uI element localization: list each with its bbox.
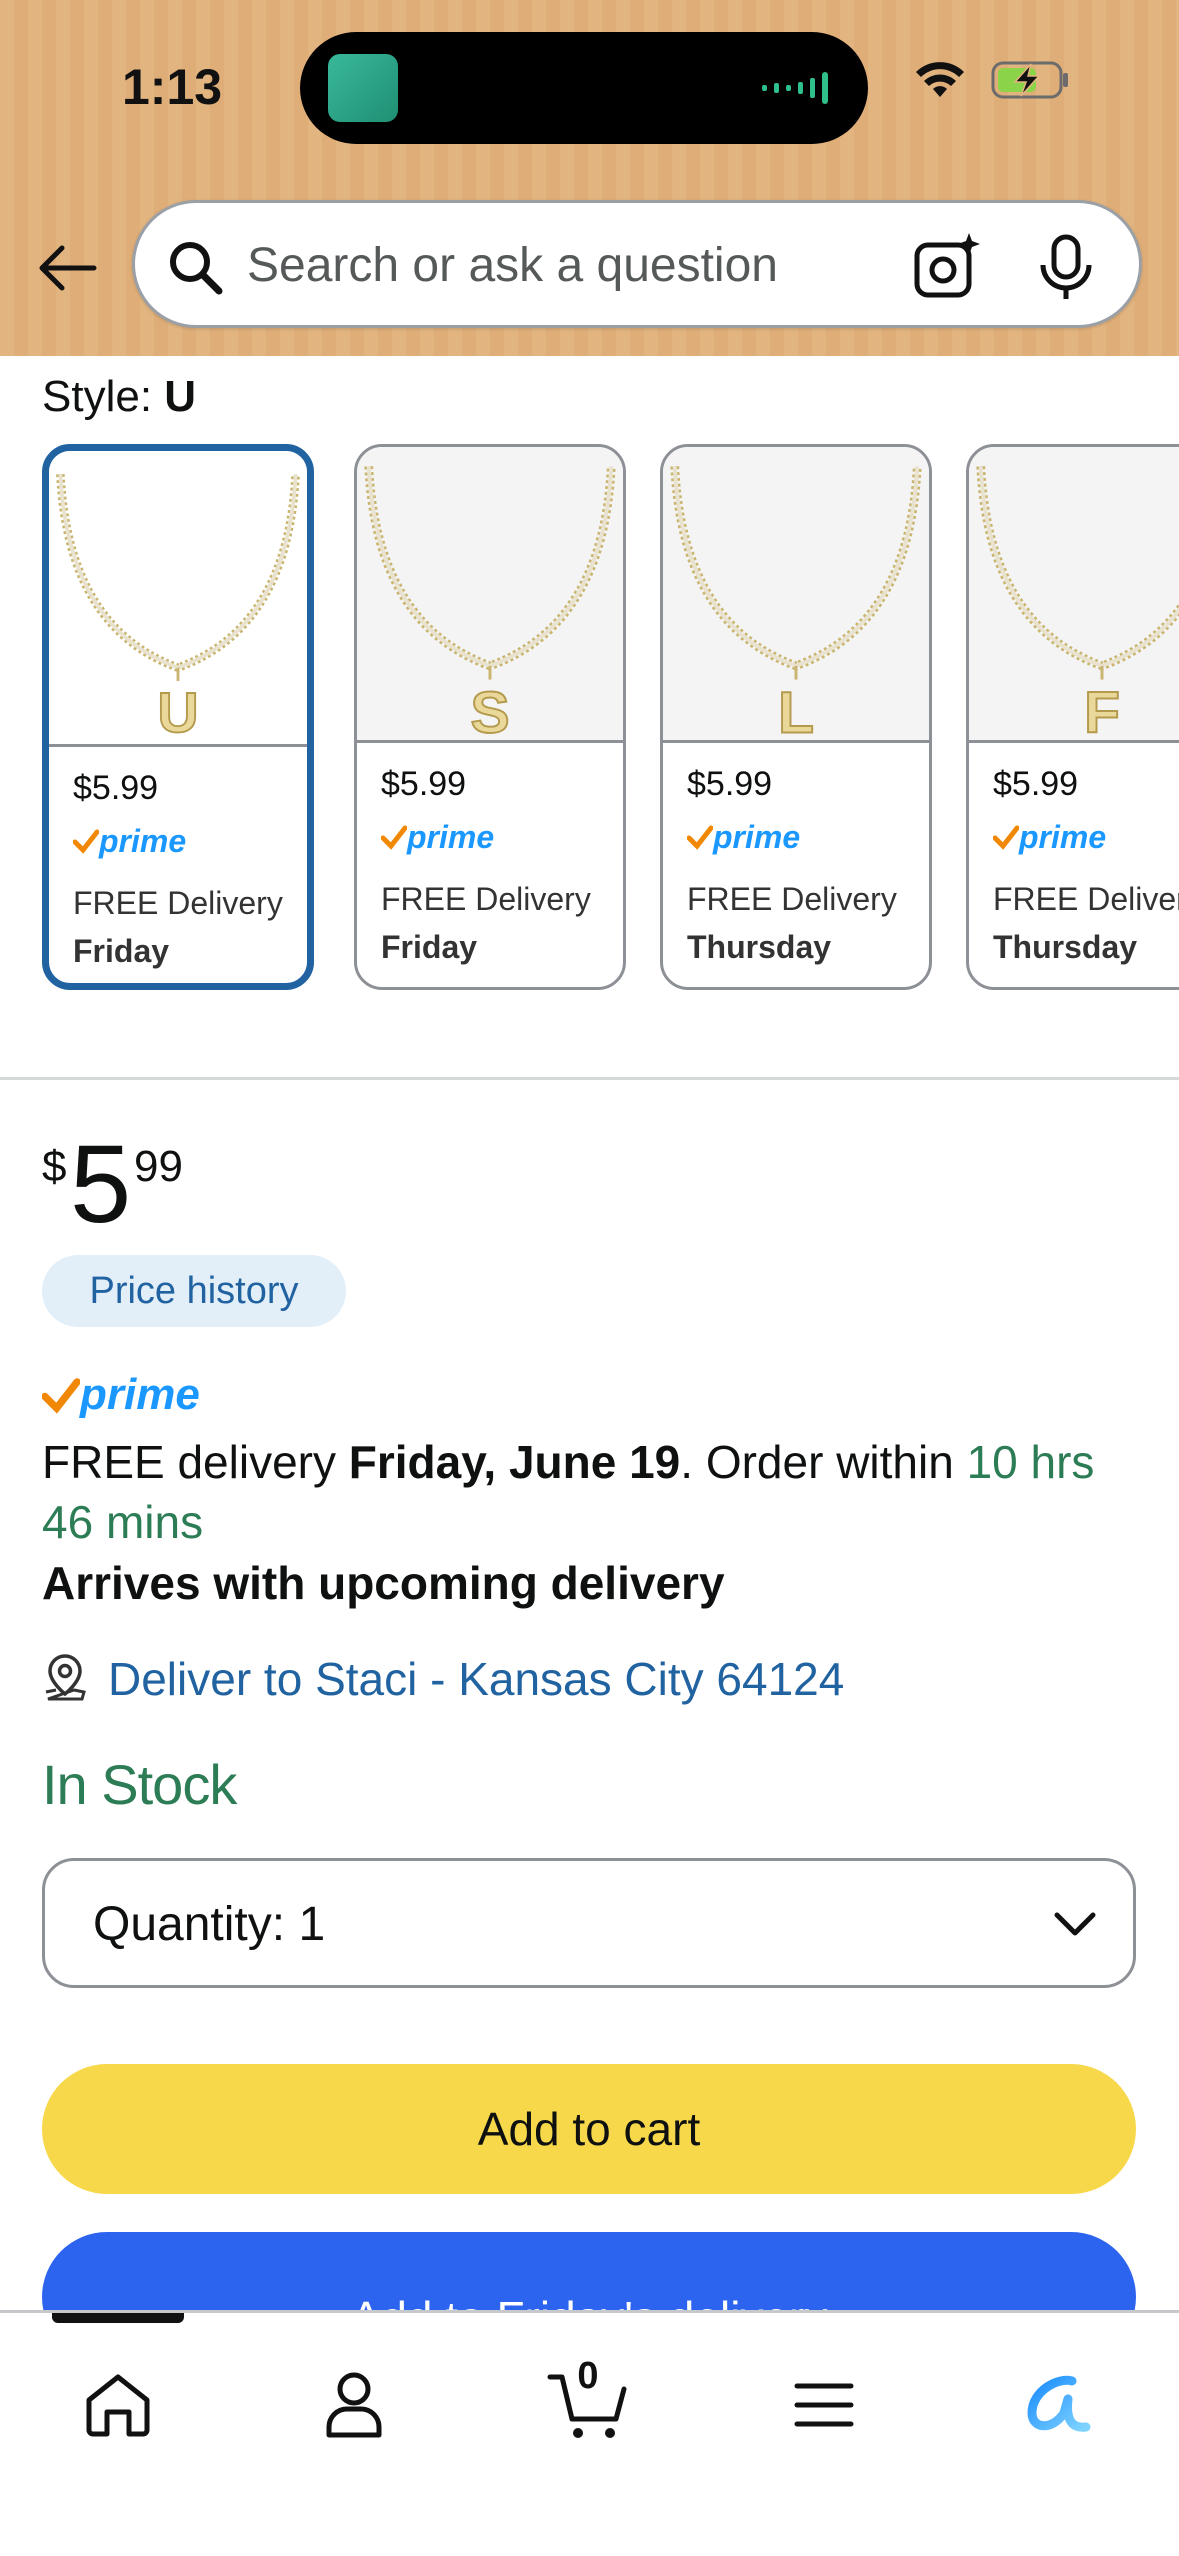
nav-home[interactable] [58,2349,178,2461]
price-whole: 5 [70,1123,132,1246]
svg-text:U: U [157,681,198,744]
prime-badge: prime [687,819,800,855]
delivery-prefix: FREE delivery [42,1436,336,1488]
now-playing-artwork [328,54,398,122]
prime-label: prime [1019,818,1107,855]
svg-text:S: S [470,680,509,740]
prime-label: prime [80,1370,200,1419]
header: 1:13 [0,0,1179,356]
nav-alexa[interactable] [998,2349,1118,2461]
swatch-delivery-day: Thursday [993,929,1138,965]
necklace-image: U [49,451,307,747]
prime-badge: prime [993,819,1106,855]
account-icon [326,2372,382,2438]
prime-label: prime [99,822,187,859]
search-bar[interactable] [132,200,1142,328]
svg-text:F: F [1084,680,1120,740]
style-swatch-u[interactable]: U $5.99 prime FREE Delivery Friday [42,444,314,990]
quantity-value: 1 [298,1898,326,1951]
prime-label: prime [407,818,495,855]
order-within-label: . Order within [680,1436,954,1488]
delivery-message: FREE delivery Friday, June 19. Order wit… [42,1432,1152,1552]
deliver-to-link[interactable]: Deliver to Staci - Kansas City 64124 [108,1652,844,1706]
swatch-delivery-day: Friday [73,933,170,969]
search-icon [170,242,223,295]
nav-cart[interactable]: 0 [528,2349,648,2461]
price-fraction: 99 [134,1142,183,1191]
style-label: Style: U [42,372,196,422]
section-divider [0,1077,1179,1080]
home-icon [86,2374,150,2437]
swatch-delivery: FREE Delivery [993,881,1179,917]
swatch-price: $5.99 [993,765,1079,803]
wifi-icon [916,62,964,97]
price-history-button[interactable]: Price history [42,1255,346,1327]
style-swatch-l[interactable]: L $5.99 prime FREE Delivery Thursday [660,444,932,990]
necklace-image: F [969,447,1179,746]
necklace-image: L [663,447,929,746]
style-selected-value: U [164,372,197,421]
status-time: 1:13 [122,59,223,115]
price-symbol: $ [42,1142,67,1191]
nav-account[interactable] [294,2349,414,2461]
prime-check-icon [42,1378,80,1414]
back-arrow-icon[interactable] [34,236,98,300]
style-swatch-f[interactable]: F $5.99 prime FREE Delivery Thursday [966,444,1179,990]
microphone-icon[interactable] [1035,233,1097,303]
camera-search-icon[interactable] [911,231,983,303]
prime-badge-large: prime [42,1365,200,1425]
prime-label: prime [713,818,801,855]
delivery-date: Friday, June 19 [348,1436,681,1488]
swatch-price: $5.99 [73,769,159,807]
quantity-label: Quantity: 1 [93,1897,325,1952]
cart-count: 0 [577,2355,599,2397]
swatch-price: $5.99 [687,765,773,803]
active-tab-indicator [52,2313,184,2323]
swatch-delivery-day: Friday [381,929,478,965]
style-label-text: Style: [42,372,153,421]
audio-waveform-icon [762,72,828,104]
alexa-icon [1027,2375,1091,2432]
quantity-select[interactable]: Quantity: 1 [42,1858,1136,1988]
quantity-label-text: Quantity: [93,1898,286,1951]
nav-menu[interactable] [764,2349,884,2461]
prime-check-icon [687,825,713,850]
status-icons [915,60,1071,100]
prime-check-icon [381,825,407,850]
chevron-down-icon [1054,1912,1096,1936]
stock-status: In Stock [42,1753,237,1816]
prime-check-icon [73,829,99,854]
swatch-delivery-day: Thursday [687,929,832,965]
arrives-label: Arrives with upcoming delivery [42,1557,725,1609]
swatch-delivery: FREE Delivery [73,885,283,921]
battery-charging-icon [991,61,1068,99]
swatch-delivery: FREE Delivery [381,881,591,917]
search-input[interactable] [247,229,907,301]
style-swatch-carousel[interactable]: U $5.99 prime FREE Delivery Friday S $5.… [0,440,1179,1000]
bottom-nav: 0 [0,2310,1179,2556]
add-to-cart-button[interactable]: Add to cart [42,2064,1136,2194]
menu-icon [794,2383,854,2427]
location-pin-icon[interactable] [42,1652,88,1702]
swatch-price: $5.99 [381,765,467,803]
prime-check-icon [993,825,1019,850]
swatch-delivery: FREE Delivery [687,881,897,917]
style-swatch-s[interactable]: S $5.99 prime FREE Delivery Friday [354,444,626,990]
necklace-image: S [357,447,623,746]
prime-badge: prime [73,823,186,859]
prime-badge: prime [381,819,494,855]
dynamic-island [300,32,868,144]
svg-text:L: L [778,680,814,740]
